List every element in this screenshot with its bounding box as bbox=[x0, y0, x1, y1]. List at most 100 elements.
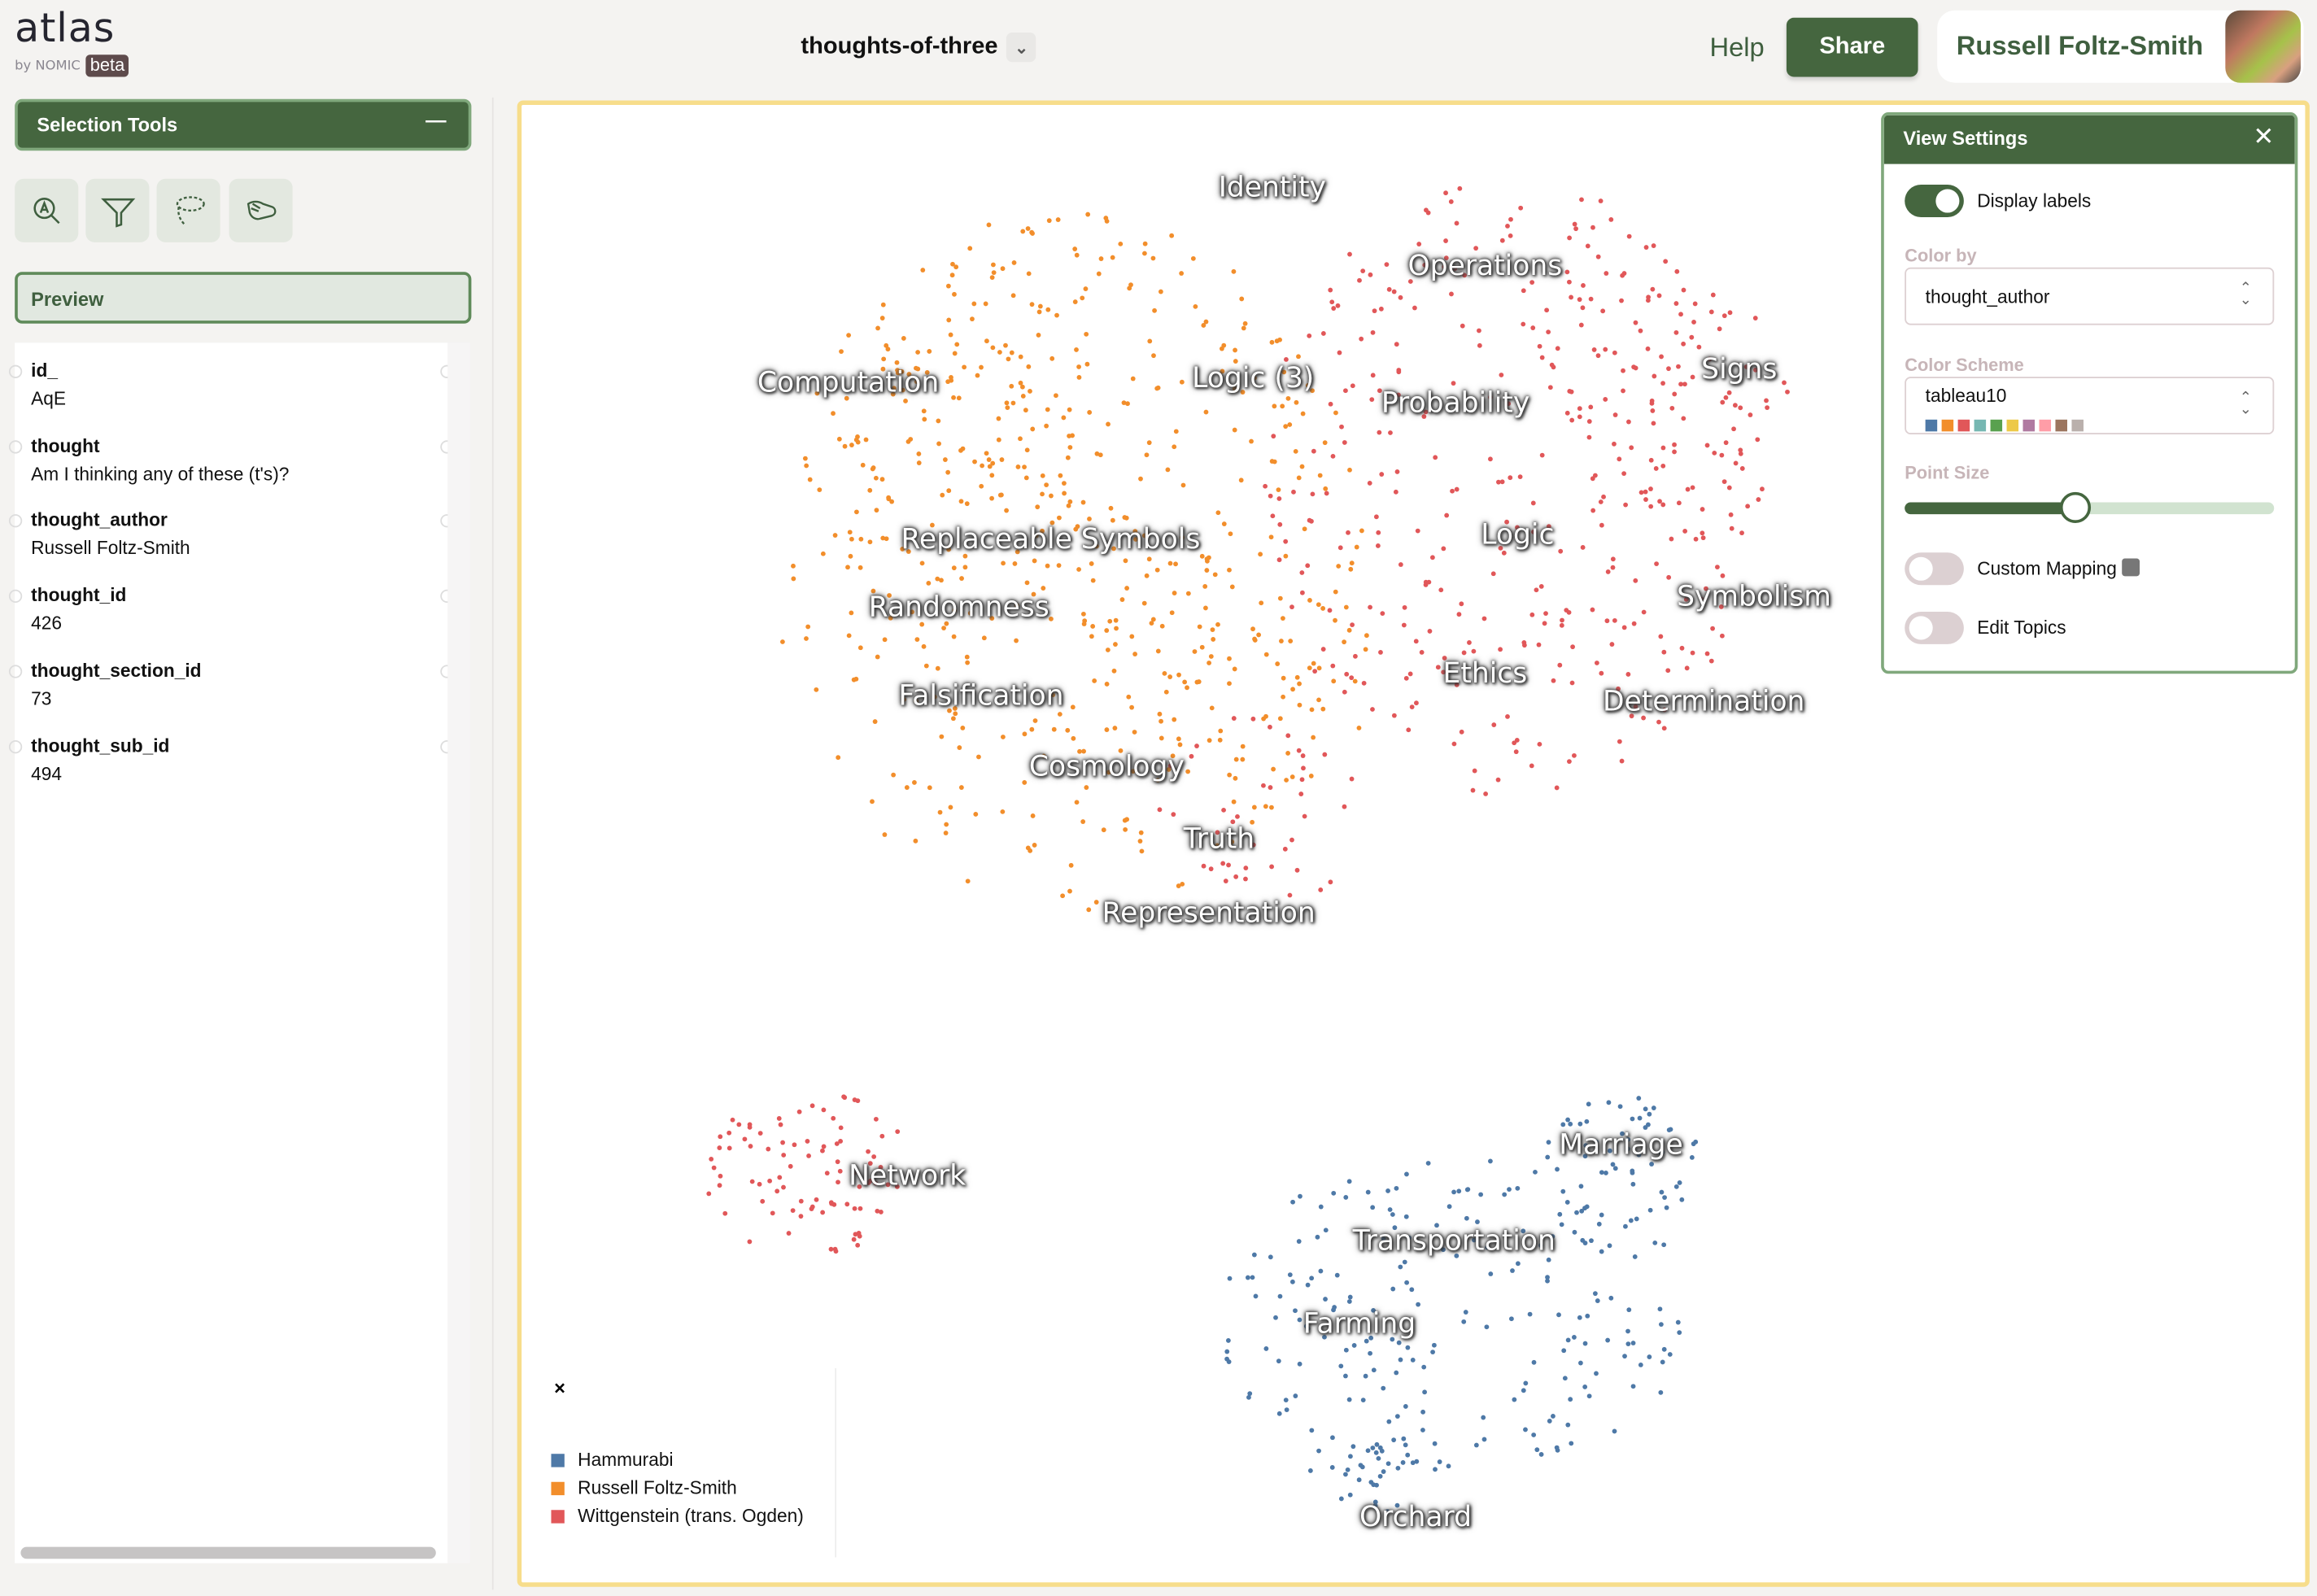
data-point[interactable] bbox=[1580, 1237, 1586, 1243]
topic-label[interactable]: Network bbox=[849, 1160, 966, 1193]
data-point[interactable] bbox=[1172, 444, 1177, 450]
data-point[interactable] bbox=[1369, 397, 1375, 403]
data-point[interactable] bbox=[1272, 459, 1277, 464]
data-point[interactable] bbox=[1721, 313, 1727, 319]
data-point[interactable] bbox=[1126, 694, 1132, 700]
data-point[interactable] bbox=[1582, 1341, 1588, 1346]
data-point[interactable] bbox=[1044, 423, 1049, 429]
data-point[interactable] bbox=[964, 654, 970, 660]
data-point[interactable] bbox=[1391, 1437, 1397, 1443]
data-point[interactable] bbox=[1363, 647, 1368, 652]
data-point[interactable] bbox=[798, 1214, 804, 1219]
data-point[interactable] bbox=[1328, 287, 1333, 293]
data-point[interactable] bbox=[1544, 307, 1550, 313]
data-point[interactable] bbox=[875, 1208, 880, 1214]
data-point[interactable] bbox=[1700, 530, 1705, 536]
data-point[interactable] bbox=[1231, 799, 1237, 805]
data-point[interactable] bbox=[1032, 843, 1037, 848]
data-point[interactable] bbox=[1124, 817, 1130, 822]
data-point[interactable] bbox=[895, 1129, 901, 1135]
data-point[interactable] bbox=[1368, 272, 1373, 277]
field-handle[interactable] bbox=[8, 364, 23, 378]
data-point[interactable] bbox=[1619, 758, 1625, 764]
data-point[interactable] bbox=[1660, 1359, 1665, 1365]
data-point[interactable] bbox=[960, 725, 966, 730]
data-point[interactable] bbox=[1350, 383, 1355, 389]
data-point[interactable] bbox=[1348, 1454, 1353, 1459]
data-point[interactable] bbox=[1394, 1185, 1399, 1191]
data-point[interactable] bbox=[1074, 252, 1080, 258]
data-point[interactable] bbox=[1058, 473, 1063, 478]
data-point[interactable] bbox=[1448, 199, 1454, 204]
data-point[interactable] bbox=[760, 1198, 766, 1204]
data-point[interactable] bbox=[1649, 1162, 1654, 1166]
data-point[interactable] bbox=[1608, 1295, 1614, 1301]
data-point[interactable] bbox=[863, 437, 869, 443]
data-point[interactable] bbox=[1396, 1340, 1402, 1345]
data-point[interactable] bbox=[1441, 546, 1446, 552]
data-point[interactable] bbox=[852, 1097, 857, 1102]
data-point[interactable] bbox=[802, 456, 808, 461]
data-point[interactable] bbox=[796, 1109, 802, 1114]
data-point[interactable] bbox=[1534, 587, 1539, 593]
data-point[interactable] bbox=[792, 1142, 797, 1148]
slider-handle[interactable] bbox=[2059, 491, 2092, 523]
data-point[interactable] bbox=[1084, 785, 1089, 790]
data-point[interactable] bbox=[1394, 1370, 1399, 1376]
data-point[interactable] bbox=[1210, 627, 1215, 633]
data-point[interactable] bbox=[730, 1117, 735, 1123]
data-point[interactable] bbox=[1376, 530, 1381, 535]
data-point[interactable] bbox=[1344, 671, 1350, 677]
data-point[interactable] bbox=[1554, 1445, 1560, 1450]
data-point[interactable] bbox=[1335, 303, 1341, 308]
data-point[interactable] bbox=[1138, 830, 1144, 835]
data-point[interactable] bbox=[1185, 769, 1191, 774]
data-point[interactable] bbox=[986, 457, 992, 462]
data-point[interactable] bbox=[1316, 602, 1321, 608]
data-point[interactable] bbox=[1638, 1362, 1643, 1367]
data-point[interactable] bbox=[1276, 1358, 1281, 1364]
data-point[interactable] bbox=[1393, 489, 1398, 495]
data-point[interactable] bbox=[1307, 517, 1312, 523]
data-point[interactable] bbox=[1010, 400, 1016, 406]
data-point[interactable] bbox=[1041, 586, 1046, 591]
data-point[interactable] bbox=[1118, 241, 1124, 246]
data-point[interactable] bbox=[1089, 634, 1094, 639]
data-point[interactable] bbox=[965, 879, 971, 884]
data-point[interactable] bbox=[1163, 689, 1169, 695]
data-point[interactable] bbox=[1608, 216, 1614, 222]
data-point[interactable] bbox=[1610, 1162, 1616, 1167]
data-point[interactable] bbox=[1689, 1154, 1695, 1160]
data-point[interactable] bbox=[790, 1208, 796, 1214]
data-point[interactable] bbox=[1422, 1389, 1428, 1395]
data-point[interactable] bbox=[1071, 735, 1076, 741]
data-point[interactable] bbox=[1521, 288, 1526, 294]
data-point[interactable] bbox=[834, 1141, 840, 1146]
data-point[interactable] bbox=[1641, 609, 1647, 615]
data-point[interactable] bbox=[1748, 412, 1753, 417]
data-point[interactable] bbox=[1081, 621, 1087, 626]
data-point[interactable] bbox=[1569, 680, 1575, 686]
data-point[interactable] bbox=[1330, 663, 1336, 669]
data-point[interactable] bbox=[1584, 1119, 1590, 1124]
data-point[interactable] bbox=[1710, 292, 1716, 298]
data-point[interactable] bbox=[1599, 522, 1604, 528]
data-point[interactable] bbox=[1359, 1464, 1365, 1470]
data-point[interactable] bbox=[1276, 496, 1282, 501]
data-point[interactable] bbox=[945, 469, 951, 475]
data-point[interactable] bbox=[1459, 729, 1464, 735]
data-point[interactable] bbox=[1373, 514, 1379, 520]
data-point[interactable] bbox=[1141, 251, 1147, 256]
data-point[interactable] bbox=[1263, 713, 1268, 719]
data-point[interactable] bbox=[1307, 598, 1312, 603]
data-point[interactable] bbox=[1022, 731, 1028, 737]
data-point[interactable] bbox=[838, 1125, 844, 1131]
topic-label[interactable]: Randomness bbox=[869, 591, 1049, 624]
data-point[interactable] bbox=[1678, 382, 1683, 387]
data-point[interactable] bbox=[1289, 604, 1294, 610]
data-point[interactable] bbox=[1110, 255, 1115, 260]
data-point[interactable] bbox=[1760, 486, 1765, 492]
data-point[interactable] bbox=[1347, 467, 1352, 473]
data-point[interactable] bbox=[1275, 661, 1281, 666]
data-point[interactable] bbox=[873, 1116, 879, 1122]
